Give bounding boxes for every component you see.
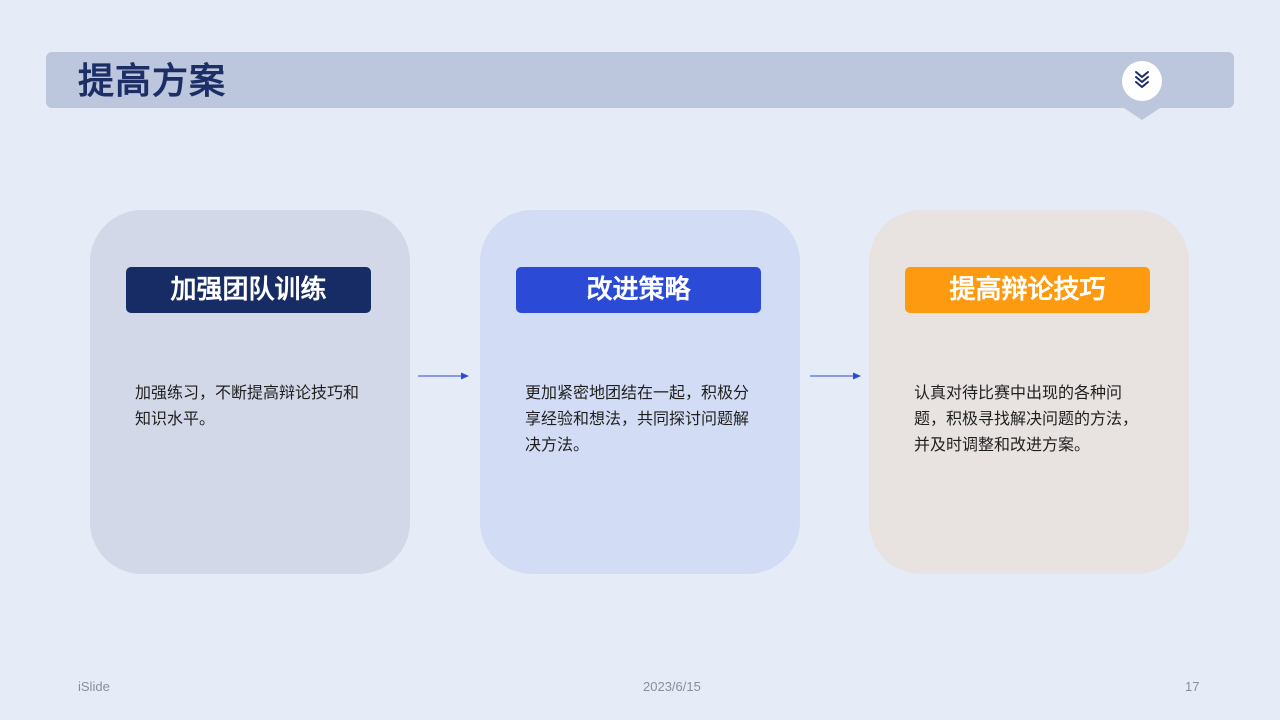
card-description: 更加紧密地团结在一起，积极分享经验和想法，共同探讨问题解决方法。	[525, 383, 750, 454]
card-title: 加强团队训练	[126, 267, 371, 313]
page-title: 提高方案	[78, 61, 227, 102]
arrow-right-icon	[810, 368, 862, 387]
card-title: 提高辩论技巧	[905, 267, 1150, 313]
footer-date: 2023/6/15	[643, 679, 701, 694]
footer-brand: iSlide	[78, 679, 110, 694]
header-pointer	[1124, 108, 1160, 120]
arrow-right-icon	[418, 368, 470, 387]
header-badge	[1122, 61, 1162, 101]
card-title: 改进策略	[516, 267, 761, 313]
card-description: 加强练习，不断提高辩论技巧和知识水平。	[135, 383, 360, 428]
card-team-training: 加强团队训练 加强练习，不断提高辩论技巧和知识水平。	[90, 210, 410, 574]
card-description: 认真对待比赛中出现的各种问题，积极寻找解决问题的方法，并及时调整和改进方案。	[914, 383, 1139, 454]
page-number: 17	[1185, 679, 1200, 694]
double-chevron-down-icon	[1131, 68, 1153, 94]
card-debate-skills: 提高辩论技巧 认真对待比赛中出现的各种问题，积极寻找解决问题的方法，并及时调整和…	[869, 210, 1189, 574]
card-improve-strategy: 改进策略 更加紧密地团结在一起，积极分享经验和想法，共同探讨问题解决方法。	[480, 210, 800, 574]
